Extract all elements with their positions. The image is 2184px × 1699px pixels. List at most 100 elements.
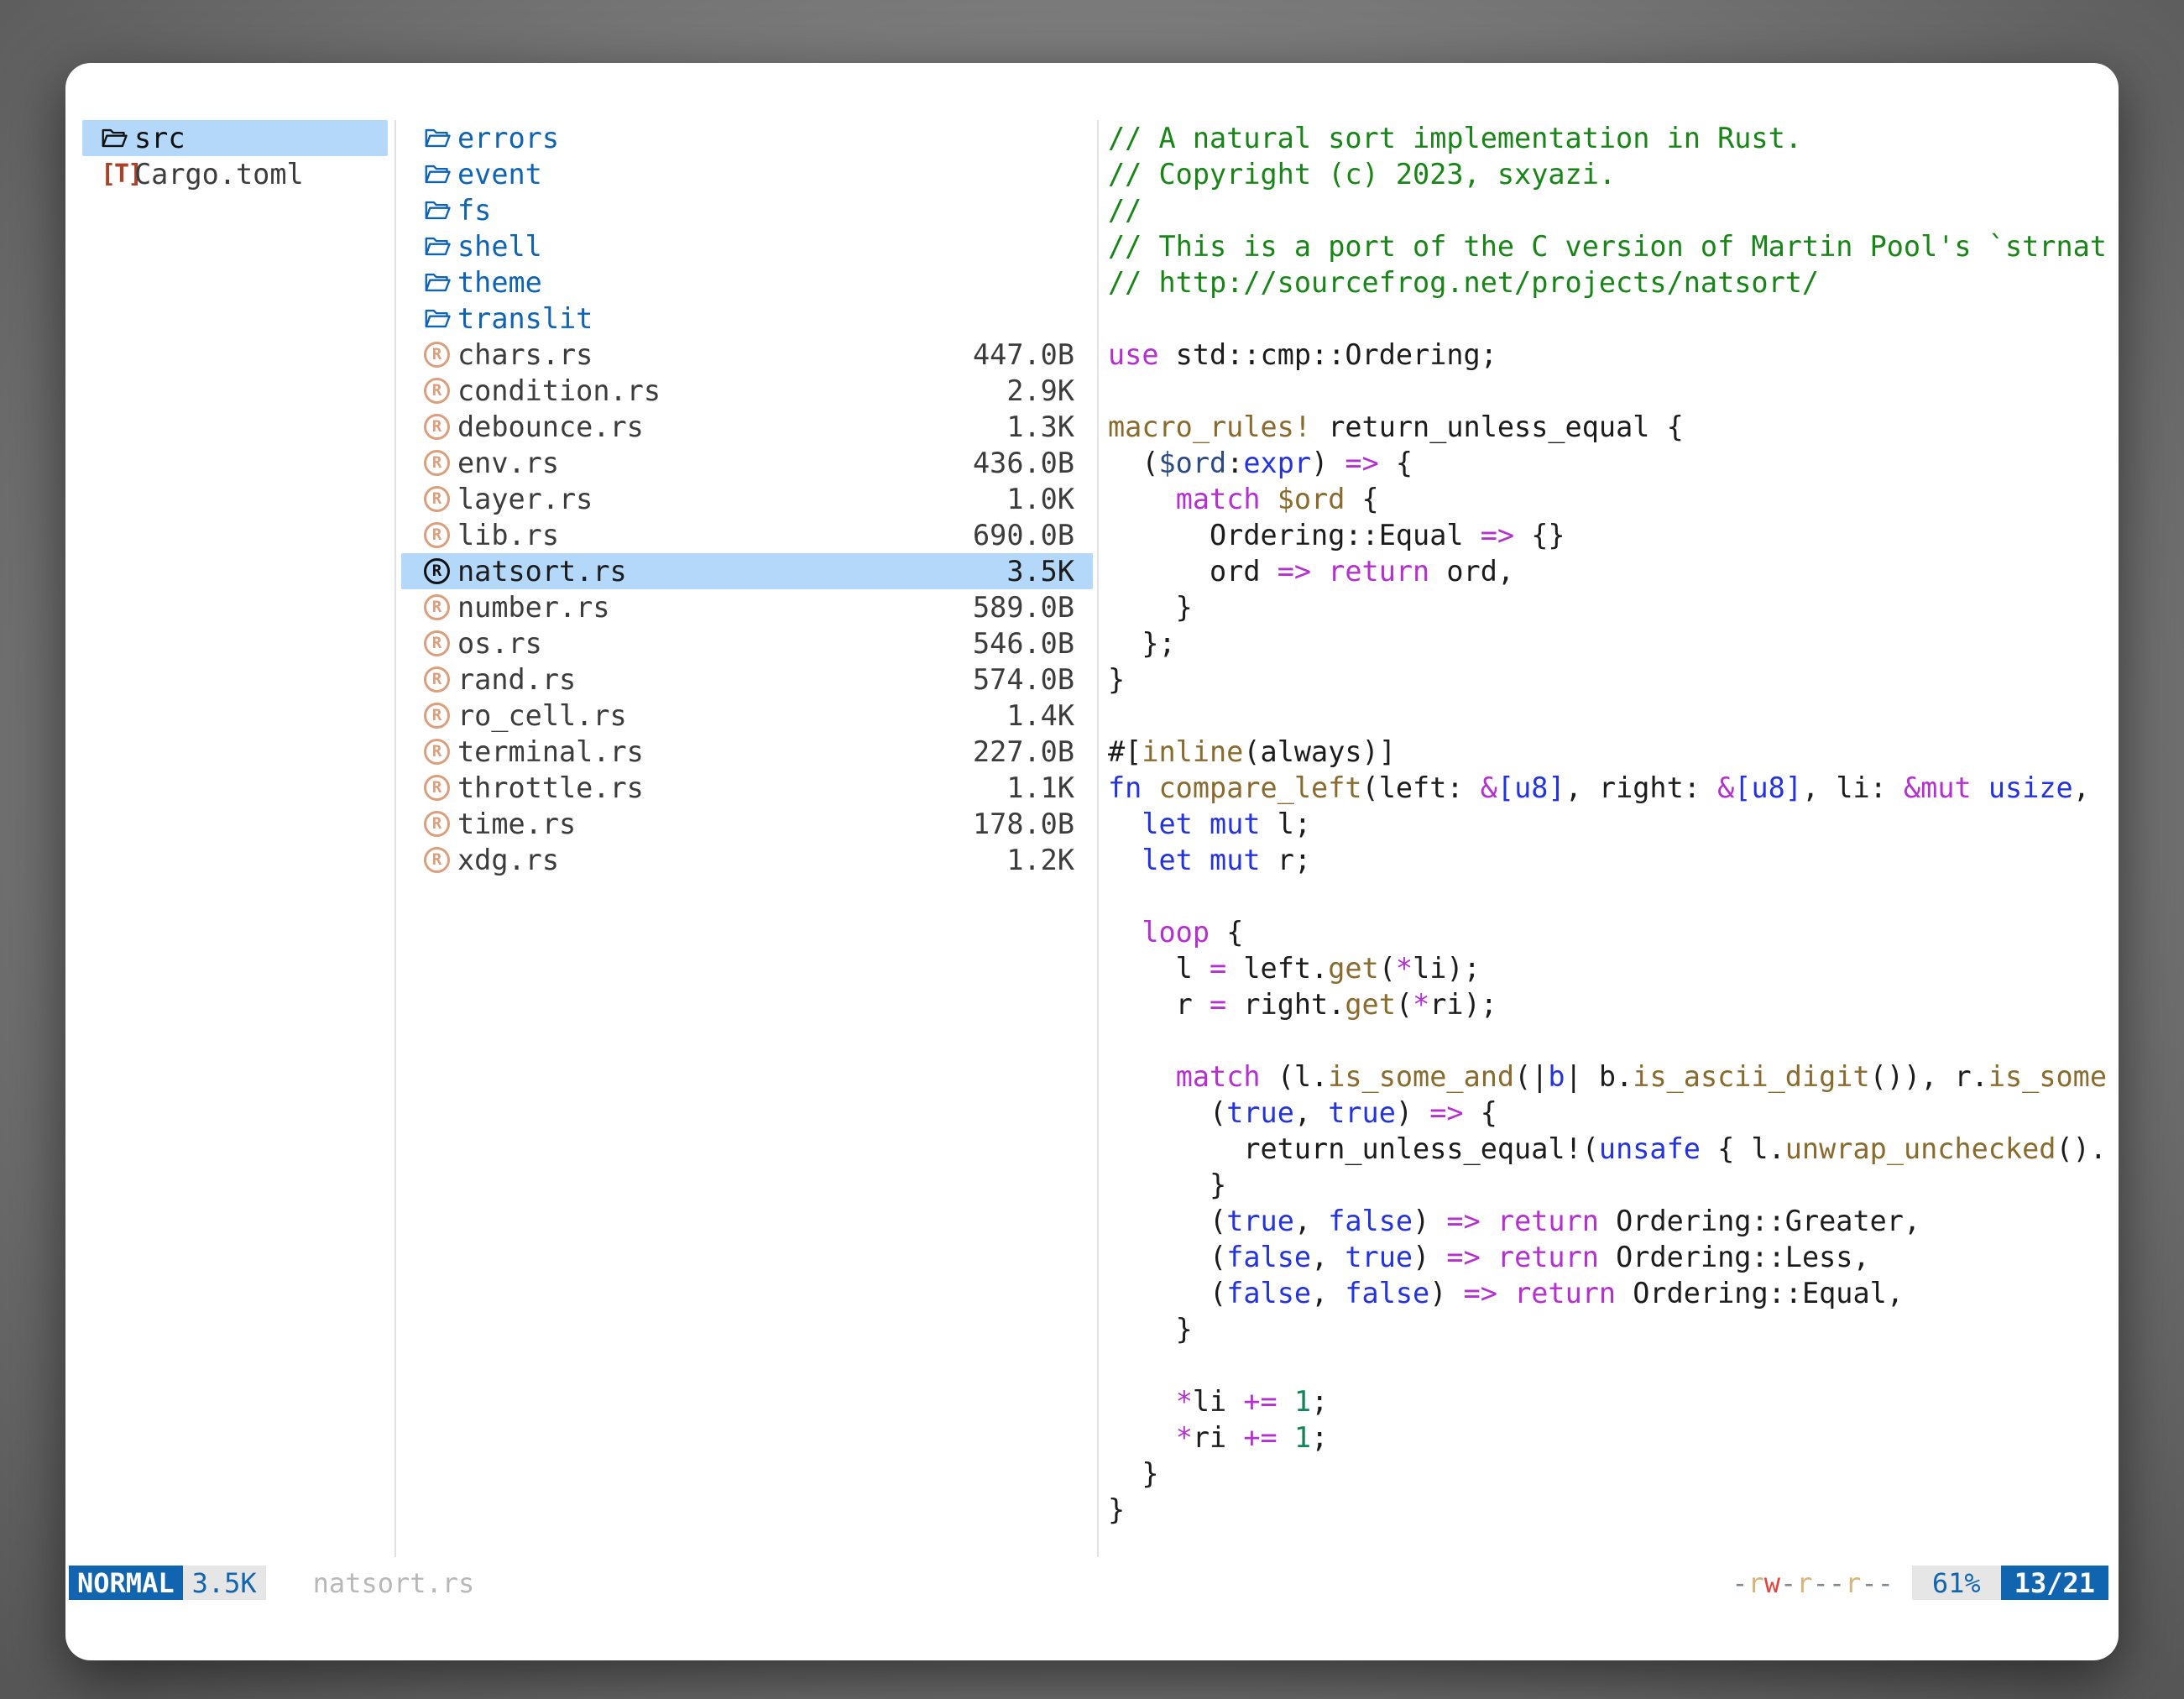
file-row-throttle.rs[interactable]: Rthrottle.rs1.1K [401, 770, 1093, 806]
file-row-translit[interactable]: translit [401, 301, 1093, 337]
rust-file-icon: R [424, 450, 457, 476]
file-size: 447.0B [973, 338, 1074, 371]
rust-file-icon: R [424, 522, 457, 548]
code-line: match $ord { [1108, 481, 2110, 517]
mode-badge: NORMAL [69, 1566, 183, 1600]
code-line: let mut r; [1108, 842, 2110, 878]
file-row-lib.rs[interactable]: Rlib.rs690.0B [401, 517, 1093, 553]
code-line: // This is a port of the C version of Ma… [1108, 228, 2110, 264]
toml-file-icon: [T] [101, 159, 134, 189]
file-row-fs[interactable]: fs [401, 192, 1093, 228]
file-row-debounce.rs[interactable]: Rdebounce.rs1.3K [401, 409, 1093, 445]
rust-file-icon: R [424, 558, 457, 584]
file-name: debounce.rs [457, 410, 644, 443]
file-row-theme[interactable]: theme [401, 264, 1093, 301]
code-line: ($ord:expr) => { [1108, 445, 2110, 481]
code-line: loop { [1108, 914, 2110, 950]
code-line: (false, false) => return Ordering::Equal… [1108, 1275, 2110, 1311]
code-line: // A natural sort implementation in Rust… [1108, 120, 2110, 156]
file-name: rand.rs [457, 663, 576, 696]
code-line: } [1108, 1167, 2110, 1203]
file-row-errors[interactable]: errors [401, 120, 1093, 156]
folder-icon [101, 127, 134, 150]
rust-file-icon: R [424, 847, 457, 873]
file-row-rand.rs[interactable]: Rrand.rs574.0B [401, 661, 1093, 698]
file-row-layer.rs[interactable]: Rlayer.rs1.0K [401, 481, 1093, 517]
file-row-ro_cell.rs[interactable]: Rro_cell.rs1.4K [401, 698, 1093, 734]
file-name: xdg.rs [457, 844, 559, 876]
code-line: return_unless_equal!(unsafe { l.unwrap_u… [1108, 1131, 2110, 1167]
rust-file-icon: R [424, 703, 457, 729]
code-line: (false, true) => return Ordering::Less, [1108, 1239, 2110, 1275]
code-line: (true, false) => return Ordering::Greate… [1108, 1203, 2110, 1239]
file-name: natsort.rs [457, 555, 627, 588]
code-line: } [1108, 1492, 2110, 1528]
file-size: 227.0B [973, 735, 1074, 768]
file-row-src[interactable]: src [82, 120, 388, 156]
code-line: }; [1108, 625, 2110, 661]
code-line: *ri += 1; [1108, 1419, 2110, 1456]
file-row-event[interactable]: event [401, 156, 1093, 192]
rust-file-icon: R [424, 739, 457, 765]
file-name: Cargo.toml [134, 158, 304, 191]
code-line: let mut l; [1108, 806, 2110, 842]
file-row-natsort.rs[interactable]: Rnatsort.rs3.5K [401, 553, 1093, 589]
file-name: terminal.rs [457, 735, 644, 768]
file-row-shell[interactable]: shell [401, 228, 1093, 264]
file-preview-pane[interactable]: // A natural sort implementation in Rust… [1108, 120, 2110, 1535]
yazi-window: src[T]Cargo.toml errorseventfsshelltheme… [65, 63, 2119, 1660]
file-row-chars.rs[interactable]: Rchars.rs447.0B [401, 337, 1093, 373]
file-name: number.rs [457, 591, 610, 624]
file-size: 589.0B [973, 591, 1074, 624]
scroll-percent-badge: 61% [1912, 1566, 2001, 1600]
file-name: env.rs [457, 447, 559, 479]
current-directory-pane: errorseventfsshellthemetranslitRchars.rs… [401, 120, 1093, 878]
folder-icon [424, 271, 457, 295]
file-size: 1.2K [1006, 844, 1074, 876]
rust-file-icon: R [424, 486, 457, 512]
pane-divider-right [1097, 120, 1099, 1557]
file-name: condition.rs [457, 374, 661, 407]
pane-divider-left [394, 120, 396, 1557]
code-line: // [1108, 192, 2110, 228]
code-line [1108, 373, 2110, 409]
file-name: theme [457, 266, 542, 299]
file-name: os.rs [457, 627, 542, 660]
code-line: // http://sourcefrog.net/projects/natsor… [1108, 264, 2110, 301]
folder-icon [424, 163, 457, 186]
code-line: Ordering::Equal => {} [1108, 517, 2110, 553]
code-line: macro_rules! return_unless_equal { [1108, 409, 2110, 445]
code-line [1108, 1022, 2110, 1059]
code-line: l = left.get(*li); [1108, 950, 2110, 986]
file-row-env.rs[interactable]: Renv.rs 436.0B [401, 445, 1093, 481]
file-size: 1.3K [1006, 410, 1074, 443]
file-row-os.rs[interactable]: Ros.rs546.0B [401, 625, 1093, 661]
rust-file-icon: R [424, 811, 457, 837]
file-row-number.rs[interactable]: Rnumber.rs589.0B [401, 589, 1093, 625]
file-size: 178.0B [973, 808, 1074, 840]
file-name: throttle.rs [457, 771, 644, 804]
file-size: 1.0K [1006, 483, 1074, 515]
folder-icon [424, 235, 457, 259]
rust-file-icon: R [424, 630, 457, 656]
file-row-xdg.rs[interactable]: Rxdg.rs 1.2K [401, 842, 1093, 878]
code-line: ord => return ord, [1108, 553, 2110, 589]
file-row-condition.rs[interactable]: Rcondition.rs2.9K [401, 373, 1093, 409]
code-line: (true, true) => { [1108, 1095, 2110, 1131]
file-name: fs [457, 194, 491, 227]
file-name: time.rs [457, 808, 576, 840]
code-line [1108, 698, 2110, 734]
code-line [1108, 301, 2110, 337]
file-size: 436.0B [973, 447, 1074, 479]
code-line [1108, 1347, 2110, 1383]
code-line: } [1108, 589, 2110, 625]
rust-file-icon: R [424, 667, 457, 693]
file-row-terminal.rs[interactable]: Rterminal.rs 227.0B [401, 734, 1093, 770]
file-size: 1.1K [1006, 771, 1074, 804]
file-name: translit [457, 302, 593, 335]
file-row-Cargo.toml[interactable]: [T]Cargo.toml [82, 156, 388, 192]
code-line: match (l.is_some_and(|b| b.is_ascii_digi… [1108, 1059, 2110, 1095]
file-row-time.rs[interactable]: Rtime.rs 178.0B [401, 806, 1093, 842]
selected-file-size-badge: 3.5K [183, 1566, 266, 1600]
file-name: lib.rs [457, 519, 559, 552]
